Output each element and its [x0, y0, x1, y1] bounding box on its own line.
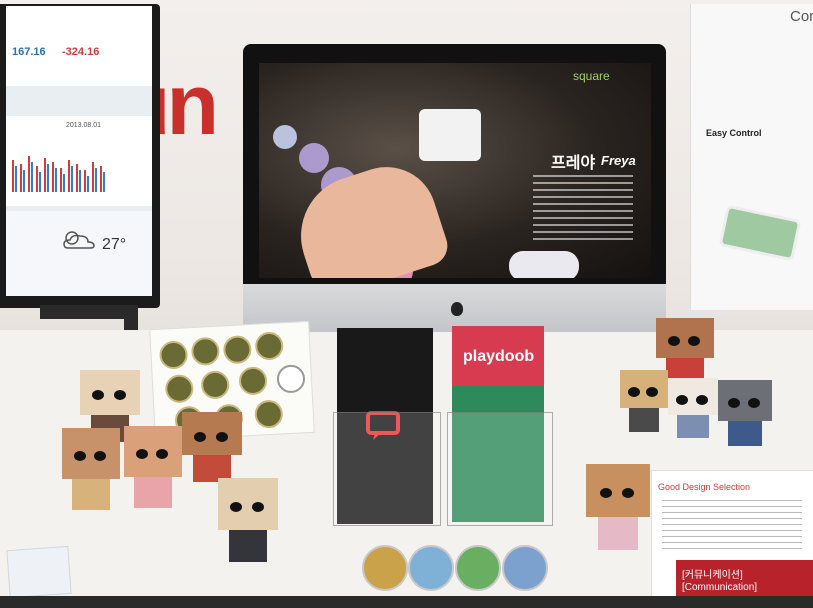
- sticker: [254, 399, 284, 429]
- button-badge: [455, 545, 501, 591]
- screen-title-korean: 프레야: [551, 155, 596, 172]
- poster-subtitle: Easy Control: [706, 128, 762, 138]
- playdoob-logo: playdoob: [463, 348, 535, 365]
- papercraft-husky-figure: [718, 380, 772, 446]
- cloud-icon: [63, 231, 95, 249]
- right-poster: [690, 4, 813, 310]
- sticker: [158, 340, 189, 370]
- papercraft-cat-figure: [668, 378, 718, 438]
- button-badge: [408, 545, 454, 591]
- acrylic-holder: [333, 412, 441, 526]
- award-card-text: [662, 500, 802, 550]
- sticker: [222, 334, 253, 365]
- character-cat-on-screen: [419, 109, 481, 161]
- papercraft-dog-figure: [218, 478, 278, 562]
- papercraft-dog-figure: [620, 370, 668, 432]
- button-badge: [502, 545, 548, 591]
- papercraft-dog-figure: [62, 428, 120, 510]
- screen-description-text: [533, 175, 633, 245]
- table-edge: [0, 596, 813, 608]
- screen-brand-logo: square: [573, 69, 610, 83]
- apple-logo-icon: [451, 302, 463, 316]
- character-cat-lying: [509, 251, 579, 278]
- award-category-korean: [커뮤니케이션]: [682, 570, 743, 581]
- sticker: [254, 331, 284, 361]
- left-monitor-screen: 167.16 -324.16 2013.08.01 27°: [6, 6, 152, 296]
- exhibition-booth-photo: un 167.16 -324.16 2013.08.01 27° Co Easy…: [0, 0, 813, 608]
- bar-chart: [12, 156, 105, 192]
- award-card-tag: Good Design Selection: [658, 482, 751, 492]
- papercraft-dog-figure: [586, 464, 650, 550]
- menu-bubble: [273, 125, 297, 149]
- sticker: [200, 370, 230, 400]
- button-badge: [362, 545, 408, 591]
- menu-bubble: [299, 143, 329, 173]
- stat-2: -324.16: [62, 46, 100, 58]
- screen-title-english: Freya: [601, 153, 636, 168]
- poster-title: Con: [790, 8, 813, 25]
- small-note-card: [6, 545, 72, 599]
- award-category-english: [Communication]: [682, 582, 758, 593]
- chart-date: 2013.08.01: [66, 122, 102, 129]
- qr-code: [276, 364, 306, 394]
- papercraft-dog-figure: [182, 412, 242, 482]
- papercraft-dog-figure: [124, 426, 182, 508]
- weather-panel: [6, 211, 152, 296]
- imac-screen: square 프레야 Freya: [259, 63, 651, 278]
- stat-1: 167.16: [12, 46, 46, 58]
- sticker: [164, 374, 195, 404]
- weather-temperature: 27°: [102, 236, 127, 253]
- acrylic-holder: [447, 412, 553, 526]
- sticker: [238, 366, 268, 396]
- sticker: [190, 336, 221, 367]
